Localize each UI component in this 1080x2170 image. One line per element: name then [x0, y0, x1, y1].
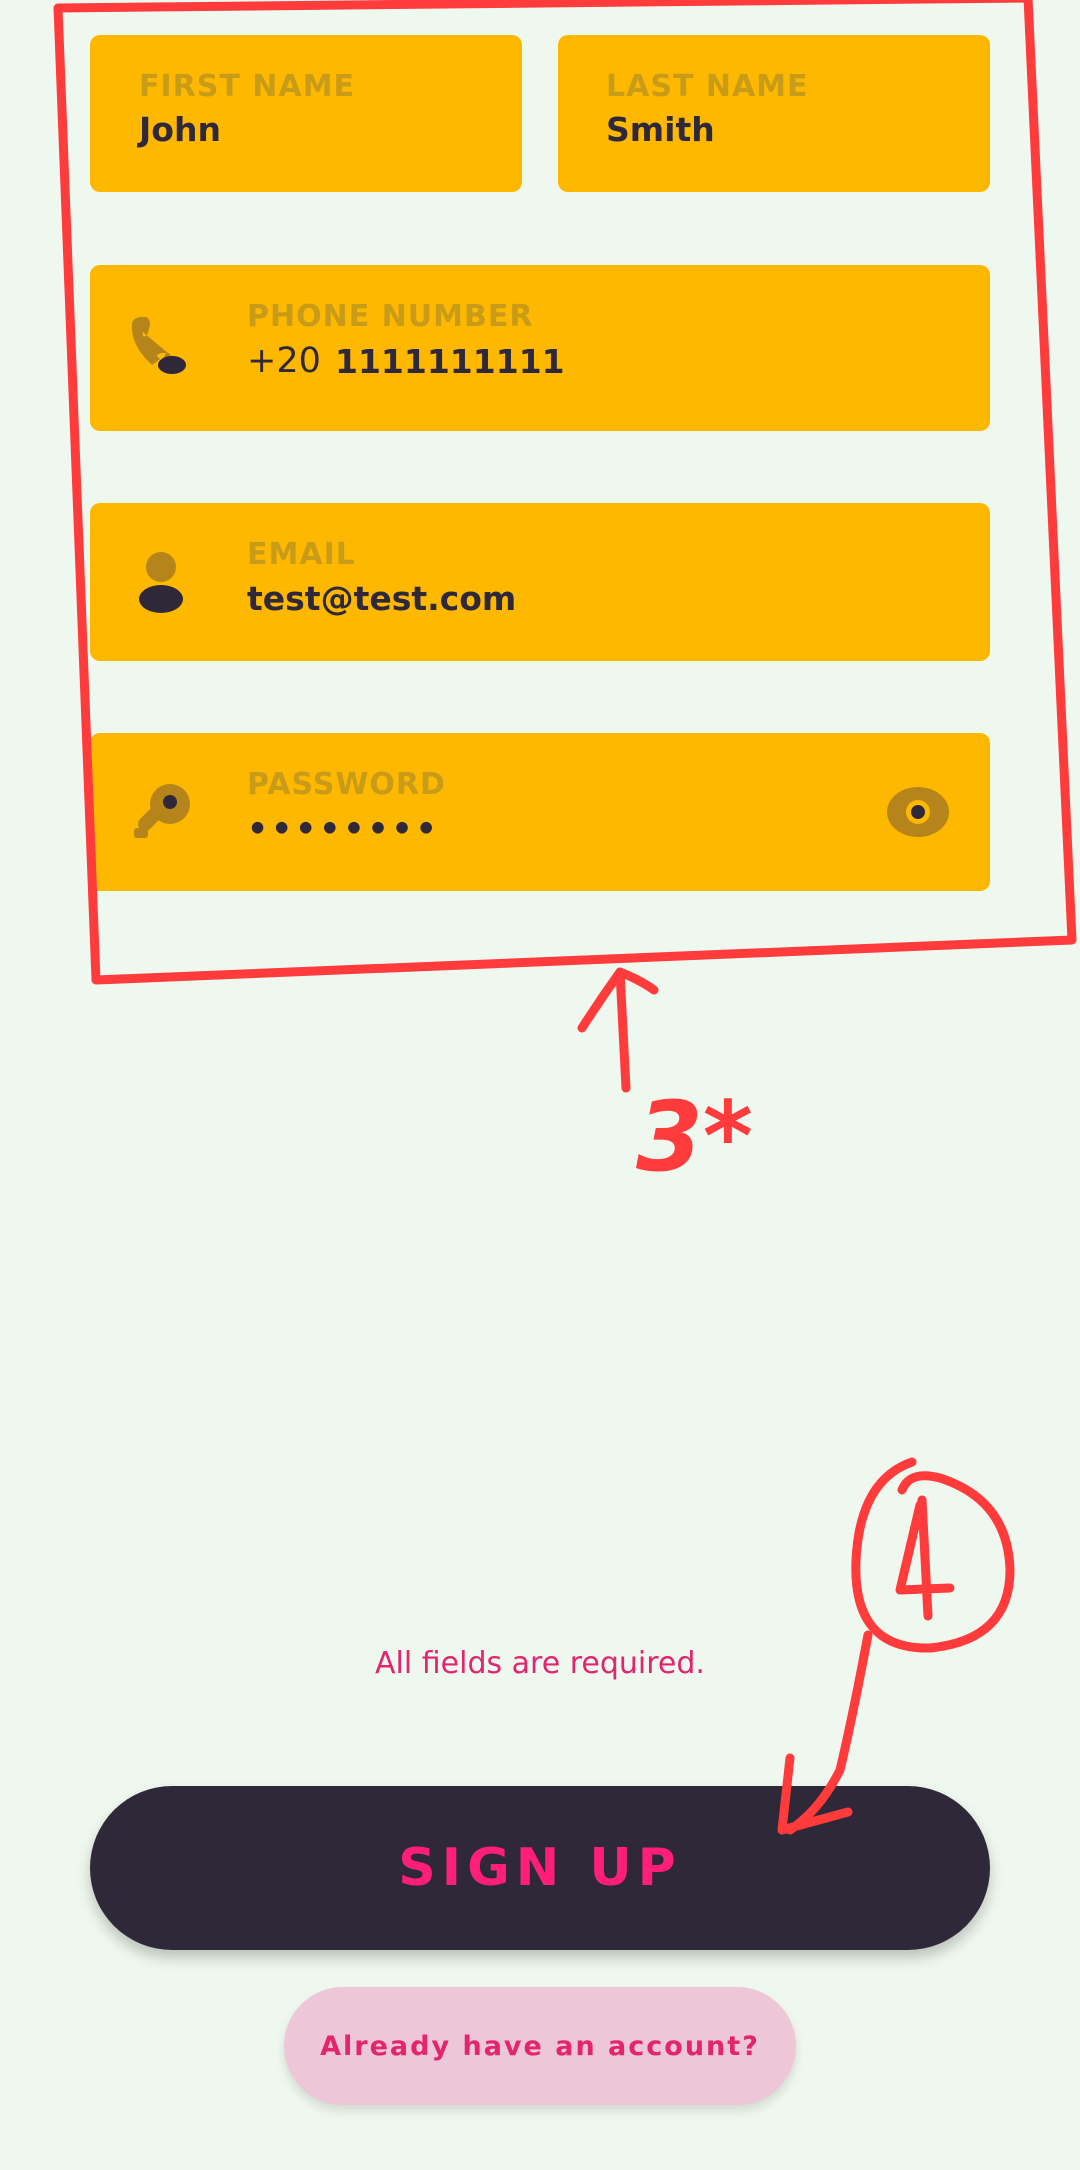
- first-name-label: FIRST NAME: [139, 69, 355, 104]
- required-fields-note: All fields are required.: [375, 1646, 705, 1681]
- phone-number-label: PHONE NUMBER: [247, 299, 534, 334]
- annotation-label-3: 3*: [636, 1081, 753, 1193]
- email-label: EMAIL: [247, 537, 356, 572]
- phone-number-field[interactable]: PHONE NUMBER +20 1111111111: [90, 265, 990, 431]
- annotation-arrow-up: [577, 967, 659, 1093]
- last-name-value: Smith: [606, 110, 715, 149]
- email-field[interactable]: EMAIL test@test.com: [90, 503, 990, 661]
- signup-page: FIRST NAME John LAST NAME Smith PHONE NU…: [0, 0, 1080, 2170]
- password-value: ••••••••: [247, 809, 440, 848]
- phone-number-value: 1111111111: [335, 342, 565, 381]
- key-icon: [130, 780, 194, 848]
- first-name-value: John: [139, 110, 221, 149]
- last-name-field[interactable]: LAST NAME Smith: [558, 35, 990, 192]
- sign-up-button[interactable]: SIGN UP: [90, 1786, 990, 1950]
- eye-icon[interactable]: [886, 786, 950, 842]
- password-field[interactable]: PASSWORD ••••••••: [90, 733, 990, 891]
- password-label: PASSWORD: [247, 767, 446, 802]
- person-icon: [138, 551, 184, 619]
- phone-icon: [128, 315, 188, 381]
- email-value: test@test.com: [247, 579, 517, 618]
- annotation-digit-4: [895, 1495, 955, 1621]
- last-name-label: LAST NAME: [606, 69, 809, 104]
- annotation-circle-4: [851, 1457, 1015, 1653]
- phone-country-code[interactable]: +20: [247, 341, 321, 381]
- first-name-field[interactable]: FIRST NAME John: [90, 35, 522, 192]
- already-have-account-button[interactable]: Already have an account?: [284, 1987, 796, 2105]
